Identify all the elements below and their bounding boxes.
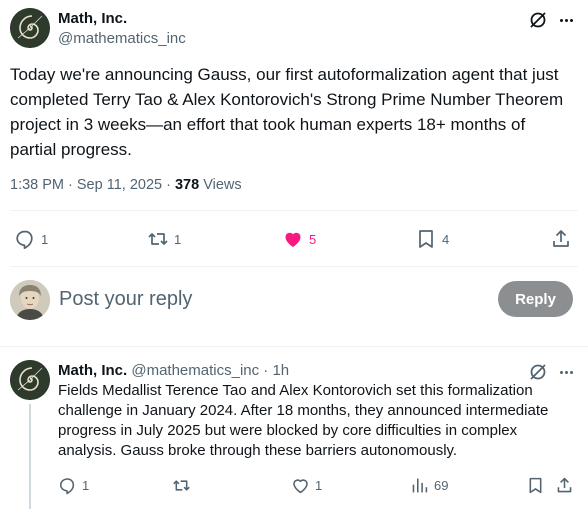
views-count: 378 <box>174 177 200 193</box>
reply-author-avatar[interactable] <box>10 360 50 400</box>
like-count: 1 <box>315 478 323 493</box>
views-action[interactable]: 69 <box>410 476 448 495</box>
reply-count: 1 <box>41 231 49 247</box>
bookmark-icon <box>419 230 433 248</box>
repost-icon <box>148 233 168 245</box>
share-icon <box>553 230 569 247</box>
grok-icon[interactable] <box>528 362 548 382</box>
repost-action[interactable] <box>172 476 196 495</box>
more-options-icon[interactable] <box>556 362 576 382</box>
thread-line <box>29 404 31 509</box>
heart-outline-icon <box>293 479 308 494</box>
views-label: Views <box>199 177 242 193</box>
reply-count: 1 <box>82 478 90 493</box>
reply-header: Math, Inc. @mathematics_inc · 1h <box>58 362 289 379</box>
share-action[interactable] <box>555 476 574 500</box>
like-count: 5 <box>309 231 317 247</box>
reply-button[interactable]: Reply <box>498 281 573 317</box>
repost-icon <box>173 480 190 491</box>
portrait-avatar-icon <box>10 280 50 320</box>
share-action[interactable] <box>550 228 572 250</box>
bookmark-count: 4 <box>442 231 450 247</box>
tweet-metadata: 1:38 PM · Sep 11, 2025 · 378 Views <box>10 177 242 193</box>
reply-author-name[interactable]: Math, Inc. <box>58 362 127 379</box>
author-avatar[interactable] <box>10 8 50 48</box>
tweet-timestamp[interactable]: 1:38 PM · Sep 11, 2025 · <box>10 177 175 193</box>
user-avatar[interactable] <box>10 280 50 320</box>
more-options-icon[interactable] <box>556 10 576 30</box>
reply-author-handle[interactable]: @mathematics_inc <box>131 362 259 379</box>
author-handle[interactable]: @mathematics_inc <box>58 30 186 47</box>
grok-icon[interactable] <box>528 10 548 30</box>
reply-action[interactable]: 1 <box>14 228 48 250</box>
share-icon <box>557 477 572 493</box>
reply-icon <box>59 478 75 495</box>
repost-count: 1 <box>174 231 182 247</box>
divider <box>10 210 578 211</box>
bookmark-action[interactable]: 4 <box>415 228 449 250</box>
reply-icon <box>16 230 33 250</box>
reply-input[interactable]: Post your reply <box>59 288 479 311</box>
divider <box>0 346 588 347</box>
reply-time[interactable]: 1h <box>272 362 289 379</box>
heart-filled-icon <box>285 232 301 247</box>
nautilus-logo-icon <box>10 8 50 48</box>
tweet-text: Today we're announcing Gauss, our first … <box>10 65 564 159</box>
like-action[interactable]: 1 <box>291 476 322 495</box>
reply-text: Fields Medallist Terence Tao and Alex Ko… <box>58 382 549 459</box>
separator-dot: · <box>263 362 269 379</box>
views-count: 69 <box>434 478 449 493</box>
reply-action[interactable]: 1 <box>58 476 89 495</box>
divider <box>10 266 578 267</box>
analytics-icon <box>412 478 428 493</box>
nautilus-logo-icon <box>10 360 50 400</box>
author-name[interactable]: Math, Inc. <box>58 10 127 27</box>
like-action[interactable]: 5 <box>282 228 316 250</box>
bookmark-icon <box>529 477 542 494</box>
repost-action[interactable]: 1 <box>147 228 181 250</box>
bookmark-action[interactable] <box>526 476 545 500</box>
